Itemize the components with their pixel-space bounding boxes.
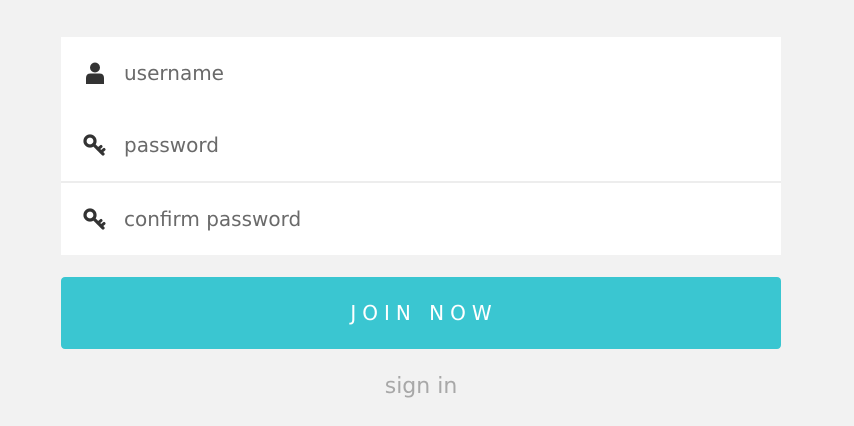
username-input[interactable] (124, 53, 744, 93)
confirm-password-field[interactable] (61, 183, 781, 255)
user-icon (83, 61, 107, 85)
username-field[interactable] (61, 37, 781, 109)
confirm-password-input[interactable] (124, 199, 744, 239)
sign-in-link[interactable]: sign in (0, 374, 842, 399)
password-field[interactable] (61, 109, 781, 181)
signup-form-panel (61, 37, 781, 255)
key-icon (83, 133, 107, 157)
key-icon (83, 207, 107, 231)
join-now-button[interactable]: JOIN NOW (61, 277, 781, 349)
password-input[interactable] (124, 125, 744, 165)
